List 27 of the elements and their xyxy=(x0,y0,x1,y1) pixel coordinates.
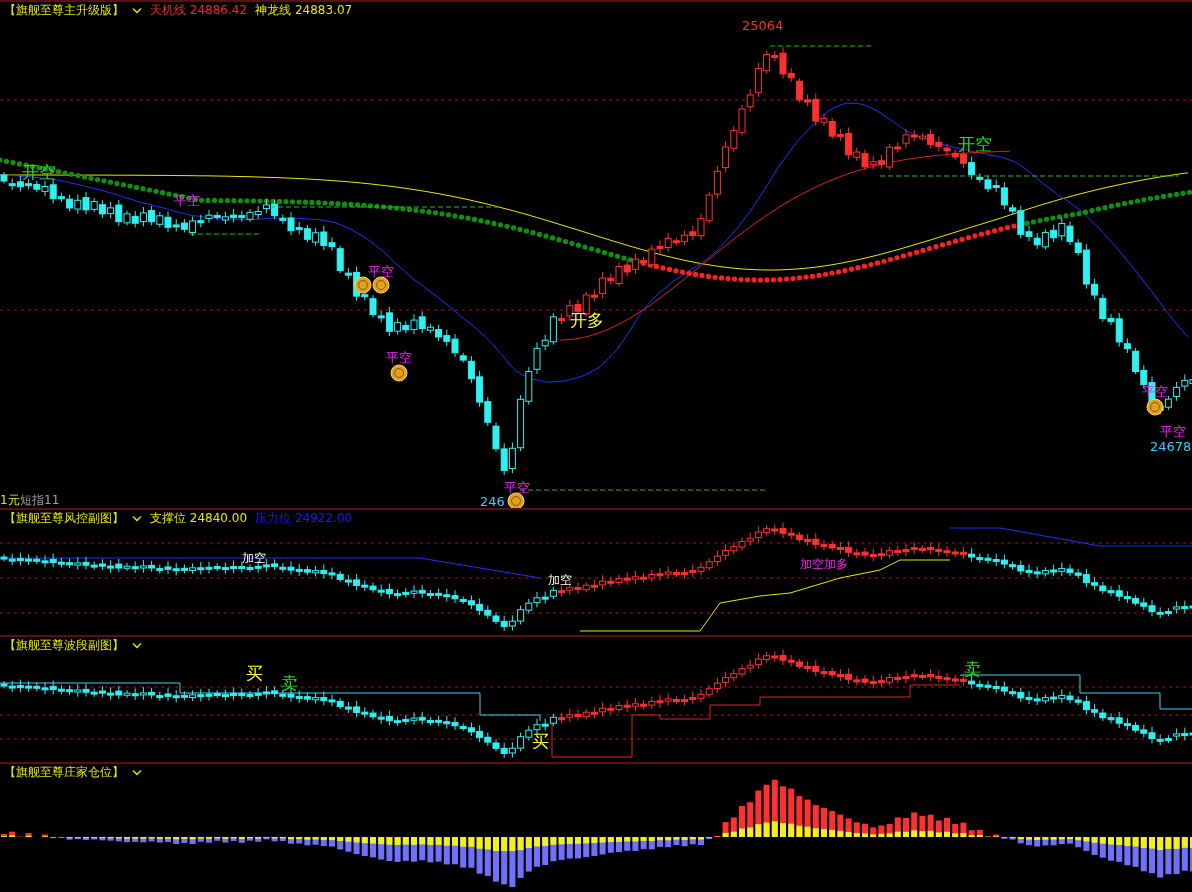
footer-label: 短指11 xyxy=(20,493,60,507)
signal-label: 买 xyxy=(532,731,549,751)
price-label: 25064 xyxy=(742,18,784,33)
signal-label: 平空 xyxy=(386,350,412,365)
footer-label: 1元 xyxy=(0,493,20,507)
signal-label: 加空加多 xyxy=(800,557,848,571)
indicator-value: 支撑位 24840.00 xyxy=(150,510,248,527)
indicator-title: 【旗舰至尊主升级版】 xyxy=(4,2,124,19)
indicator-value: 天机线 24886.42 xyxy=(150,2,248,19)
signal-label: 平空 xyxy=(1160,424,1186,439)
signal-label: 平空 xyxy=(368,264,394,279)
signal-label: 卖 xyxy=(281,673,298,693)
signal-label: 买 xyxy=(246,663,263,683)
signal-label: 平空 xyxy=(504,480,530,495)
signal-label: 开空 xyxy=(958,134,992,154)
indicator-value: 神龙线 24883.07 xyxy=(255,2,353,19)
signal-label: 平空 xyxy=(1142,384,1168,399)
signal-label: 开多 xyxy=(570,310,604,330)
indicator-title: 【旗舰至尊波段副图】 xyxy=(4,637,124,654)
price-label: 246 xyxy=(480,494,505,508)
signal-label: 加空 xyxy=(242,551,266,565)
indicator-title: 【旗舰至尊庄家仓位】 xyxy=(4,764,124,781)
signal-label: 加空 xyxy=(548,573,572,587)
indicator-title: 【旗舰至尊风控副图】 xyxy=(4,510,124,527)
signal-label: 卖 xyxy=(964,659,981,679)
indicator-value: 压力位 24922.00 xyxy=(255,510,353,527)
price-label: 24678 xyxy=(1150,439,1192,454)
